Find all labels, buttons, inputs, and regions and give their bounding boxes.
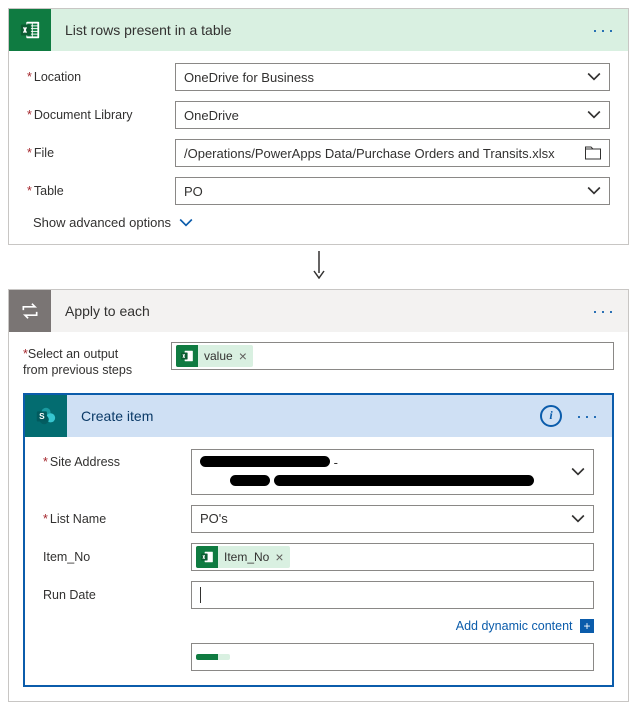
card-body: Site Address - List Name PO's	[25, 437, 612, 686]
site-address-dropdown[interactable]: -	[191, 449, 594, 495]
table-dropdown[interactable]: PO	[175, 177, 610, 205]
excel-icon	[196, 546, 218, 568]
site-address-label: Site Address	[43, 449, 191, 469]
redacted-text	[200, 456, 330, 467]
card-title: Apply to each	[51, 303, 592, 319]
action-card-apply-to-each: Apply to each ··· *Select an output from…	[8, 289, 629, 702]
item-no-label: Item_No	[43, 550, 191, 564]
card-body: *Select an output from previous steps va…	[9, 332, 628, 701]
sharepoint-icon: S	[25, 395, 67, 437]
partial-label-cut	[43, 654, 191, 660]
token-remove-button[interactable]: ×	[239, 348, 247, 364]
card-header[interactable]: S Create item i ···	[25, 395, 612, 437]
chevron-down-icon	[587, 70, 601, 84]
show-advanced-options-toggle[interactable]: Show advanced options	[27, 215, 610, 230]
file-label: File	[27, 146, 175, 160]
document-library-label: Document Library	[27, 108, 175, 122]
card-header[interactable]: Apply to each ···	[9, 290, 628, 332]
table-label: Table	[27, 184, 175, 198]
select-output-label: *Select an output from previous steps	[23, 342, 171, 379]
item-no-field[interactable]: Item_No ×	[191, 543, 594, 571]
card-title: Create item	[67, 408, 540, 424]
action-card-excel-listrows: List rows present in a table ··· Locatio…	[8, 8, 629, 245]
card-title: List rows present in a table	[51, 22, 592, 38]
action-card-sharepoint-createitem: S Create item i ··· Site Address -	[23, 393, 614, 688]
list-name-dropdown[interactable]: PO's	[191, 505, 594, 533]
dynamic-token-item-no[interactable]: Item_No ×	[196, 546, 290, 568]
card-header[interactable]: List rows present in a table ···	[9, 9, 628, 51]
dynamic-token-partial	[196, 654, 230, 660]
file-picker[interactable]: /Operations/PowerApps Data/Purchase Orde…	[175, 139, 610, 167]
card-menu-button[interactable]: ···	[576, 411, 600, 421]
list-name-label: List Name	[43, 512, 191, 526]
document-library-dropdown[interactable]: OneDrive	[175, 101, 610, 129]
select-output-field[interactable]: value ×	[171, 342, 614, 370]
plus-icon[interactable]: +	[580, 619, 594, 633]
dynamic-token-value[interactable]: value ×	[176, 345, 253, 367]
chevron-down-icon	[587, 108, 601, 122]
add-dynamic-content-link[interactable]: Add dynamic content	[456, 619, 573, 633]
chevron-down-icon	[179, 216, 193, 230]
chevron-down-icon	[571, 512, 585, 526]
partial-field-cut[interactable]	[191, 643, 594, 671]
chevron-down-icon	[571, 465, 585, 479]
location-dropdown[interactable]: OneDrive for Business	[175, 63, 610, 91]
text-cursor	[200, 587, 201, 603]
run-date-label: Run Date	[43, 588, 191, 602]
folder-icon[interactable]	[585, 146, 601, 160]
card-menu-button[interactable]: ···	[592, 25, 616, 35]
location-label: Location	[27, 70, 175, 84]
token-remove-button[interactable]: ×	[275, 549, 283, 565]
redacted-text	[274, 475, 534, 486]
add-dynamic-content-row: Add dynamic content +	[43, 619, 594, 634]
excel-icon	[9, 9, 51, 51]
card-menu-button[interactable]: ···	[592, 306, 616, 316]
loop-icon	[9, 290, 51, 332]
svg-text:S: S	[39, 412, 45, 421]
info-icon[interactable]: i	[540, 405, 562, 427]
run-date-field[interactable]	[191, 581, 594, 609]
redacted-text	[230, 475, 270, 486]
excel-icon	[176, 345, 198, 367]
card-body: Location OneDrive for Business Document …	[9, 51, 628, 244]
chevron-down-icon	[587, 184, 601, 198]
flow-arrow-connector	[8, 245, 629, 289]
